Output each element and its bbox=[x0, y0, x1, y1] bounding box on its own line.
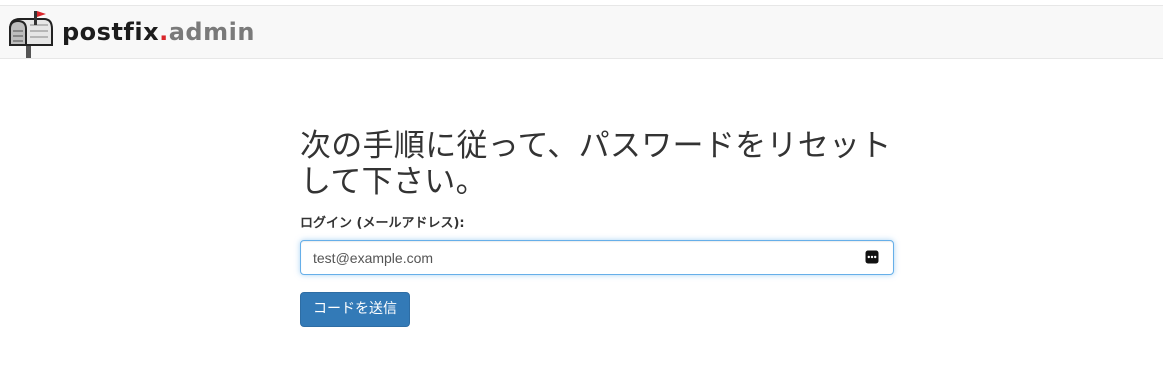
login-field-container bbox=[300, 240, 894, 275]
login-label: ログイン (メールアドレス): bbox=[300, 216, 465, 231]
brand-title[interactable]: postfix.admin bbox=[62, 17, 255, 47]
brand-part-postfix: postfix bbox=[62, 18, 160, 46]
navbar: postfix.admin bbox=[0, 5, 1163, 59]
reset-password-form: 次の手順に従って、パスワードをリセットして下さい。 ログイン (メールアドレス)… bbox=[300, 128, 894, 327]
password-manager-icon[interactable] bbox=[865, 250, 879, 264]
mailbox-icon[interactable] bbox=[4, 9, 56, 59]
login-email-input[interactable] bbox=[301, 241, 861, 274]
page-title: 次の手順に従って、パスワードをリセットして下さい。 bbox=[300, 128, 892, 200]
send-code-button[interactable]: コードを送信 bbox=[300, 292, 410, 327]
brand-part-dot: . bbox=[159, 18, 169, 46]
brand-part-admin: admin bbox=[168, 18, 255, 46]
